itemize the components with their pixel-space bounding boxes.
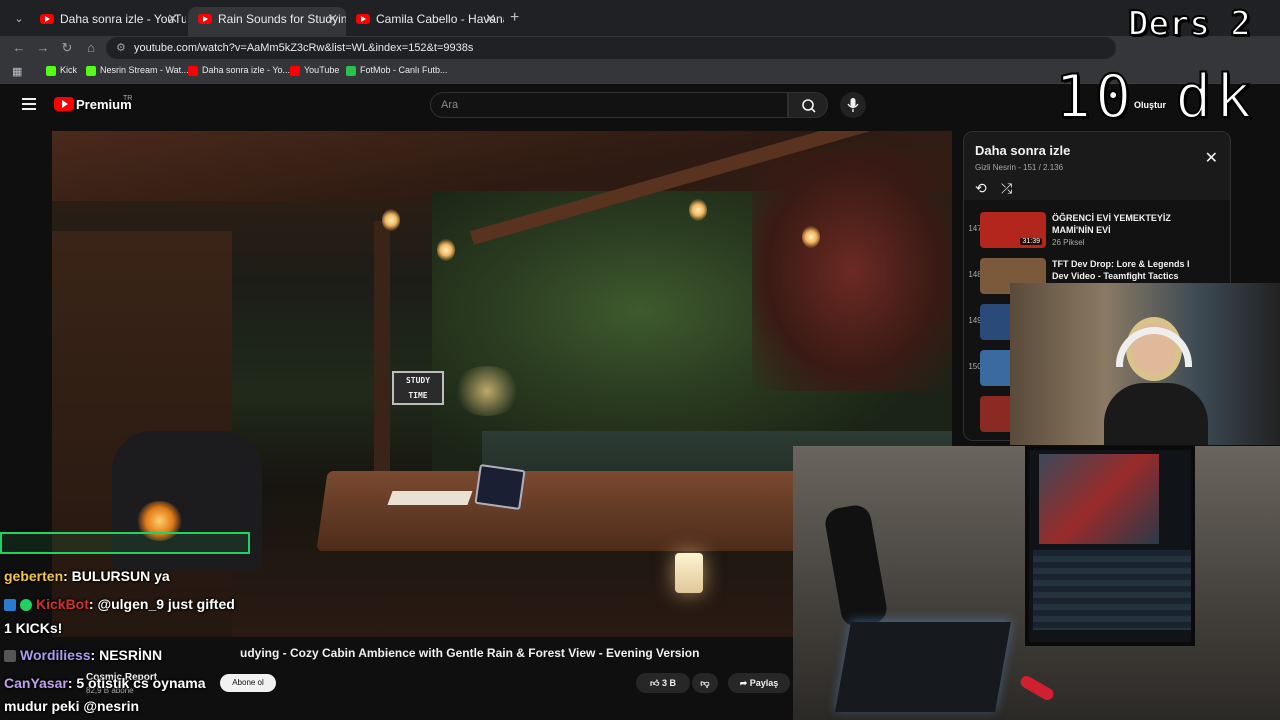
bookmark-fotmob[interactable]: FotMob - Canlı Futb... bbox=[346, 65, 448, 76]
video-scene-autumn-tree bbox=[752, 151, 952, 391]
tab-daha-sonra-izle[interactable]: Daha sonra izle - YouTube ✕ bbox=[30, 7, 186, 36]
share-button[interactable]: ➦ Paylaş bbox=[728, 673, 790, 693]
close-tab-icon[interactable]: ✕ bbox=[485, 7, 496, 31]
home-icon[interactable]: ⌂ bbox=[82, 39, 100, 57]
browser-tab-bar: ⌄ Daha sonra izle - YouTube ✕ Rain Sound… bbox=[0, 0, 1280, 36]
chat-message: mudur peki @nesrin bbox=[4, 698, 140, 714]
video-scene-bulb bbox=[802, 226, 820, 248]
voice-search-button[interactable] bbox=[840, 92, 866, 118]
back-icon[interactable]: ← bbox=[10, 39, 28, 57]
playlist-item[interactable]: 147 31:39 ÖĞRENCİ EVİ YEMEKTEYİZ MAMİ'Nİ… bbox=[964, 208, 1230, 248]
stream-chat: geberten: BULURSUN ya KickBot: @ulgen_9 … bbox=[0, 532, 250, 720]
youtube-favicon-icon bbox=[198, 14, 212, 24]
streamer-webcam bbox=[1010, 283, 1280, 445]
youtube-favicon-icon bbox=[40, 14, 54, 24]
playlist-title: Daha sonra izle bbox=[975, 143, 1071, 158]
reload-icon[interactable]: ↻ bbox=[58, 39, 76, 57]
video-scene-tablet bbox=[474, 463, 526, 511]
chat-message: KickBot: @ulgen_9 just gifted bbox=[4, 596, 235, 612]
overlay-lesson-label: Ders 2 bbox=[1127, 3, 1252, 45]
search-icon bbox=[802, 99, 816, 113]
tab-search-icon[interactable]: ⌄ bbox=[10, 10, 28, 28]
new-tab-icon[interactable]: + bbox=[510, 9, 519, 27]
youtube-logo-icon[interactable] bbox=[54, 97, 74, 111]
youtube-favicon-icon bbox=[356, 14, 370, 24]
dislike-button[interactable]: 👎︎ bbox=[692, 673, 718, 693]
bookmark-kick[interactable]: Kick bbox=[46, 65, 77, 76]
video-scene-bulb bbox=[689, 199, 707, 221]
video-scene-book bbox=[387, 491, 473, 505]
forward-icon[interactable]: → bbox=[34, 39, 52, 57]
monitor bbox=[1025, 446, 1195, 646]
bookmark-nesrin-stream[interactable]: Nesrin Stream - Wat... bbox=[86, 65, 189, 76]
video-thumbnail: 31:39 bbox=[980, 212, 1046, 248]
apps-grid-icon[interactable]: ▦ bbox=[12, 66, 24, 78]
tab-havana[interactable]: Camila Cabello - Havana (Lyrics ✕ bbox=[346, 7, 504, 36]
thumbs-down-icon: 👎︎ bbox=[700, 678, 710, 688]
address-bar[interactable]: ⚙ youtube.com/watch?v=AaMm5kZ3cRw&list=W… bbox=[106, 37, 1116, 59]
video-scene-bulb bbox=[437, 239, 455, 261]
subscriber-badge-icon bbox=[4, 650, 16, 662]
close-tab-icon[interactable]: ✕ bbox=[327, 7, 338, 31]
loop-icon[interactable]: ⟲ bbox=[975, 180, 987, 197]
keyboard bbox=[835, 622, 1011, 712]
microphone-icon bbox=[847, 98, 859, 112]
share-icon: ➦ bbox=[739, 678, 748, 688]
close-tab-icon[interactable]: ✕ bbox=[167, 7, 178, 31]
bot-badge-icon bbox=[4, 599, 16, 611]
tab-rain-sounds[interactable]: Rain Sounds for Studying - Coz ✕ bbox=[188, 7, 346, 36]
search-button[interactable] bbox=[788, 92, 828, 118]
desk-camera bbox=[793, 446, 1280, 720]
chat-message: geberten: BULURSUN ya bbox=[4, 568, 170, 584]
bookmark-youtube[interactable]: YouTube bbox=[290, 65, 339, 76]
shuffle-icon[interactable]: ⤮ bbox=[1001, 180, 1012, 197]
chat-message: 1 KICKs! bbox=[4, 620, 63, 636]
chat-message: CanYasar: 5 otistik cs oynama bbox=[4, 675, 206, 691]
site-info-icon[interactable]: ⚙ bbox=[116, 37, 126, 59]
region-code: TR bbox=[123, 95, 133, 102]
browser-toolbar: ← → ↻ ⌂ ⚙ youtube.com/watch?v=AaMm5kZ3cR… bbox=[0, 36, 1280, 60]
desk-object bbox=[1018, 673, 1056, 703]
bookmark-daha-sonra-izle[interactable]: Daha sonra izle - Yo... bbox=[188, 65, 290, 76]
video-scene-desk bbox=[316, 471, 838, 551]
video-scene-lamp bbox=[452, 366, 522, 416]
screen: ⌄ Daha sonra izle - YouTube ✕ Rain Sound… bbox=[0, 0, 1280, 720]
video-scene-study-sign: STUDY TIME bbox=[392, 371, 444, 405]
close-icon[interactable]: ✕ bbox=[1205, 148, 1218, 168]
video-scene-candle bbox=[675, 553, 703, 593]
playlist-subtitle: Gizli Nesrin - 151 / 2.136 bbox=[975, 163, 1064, 172]
chat-message: Wordiliess: NESRİNN bbox=[4, 647, 162, 663]
desk-microphone bbox=[822, 502, 890, 630]
video-scene-bulb bbox=[382, 209, 400, 231]
thumbs-up-icon: 👍︎ bbox=[650, 678, 660, 688]
overlay-timer-label: 10 dk bbox=[1054, 61, 1256, 133]
menu-icon[interactable] bbox=[22, 98, 36, 110]
search-input[interactable]: Ara bbox=[430, 92, 788, 118]
streamer bbox=[1090, 313, 1220, 445]
like-button[interactable]: 👍︎ 3 B bbox=[636, 673, 690, 693]
video-scene-pillar bbox=[374, 221, 390, 491]
chat-progress-bar bbox=[0, 532, 250, 554]
verified-badge-icon bbox=[20, 599, 32, 611]
